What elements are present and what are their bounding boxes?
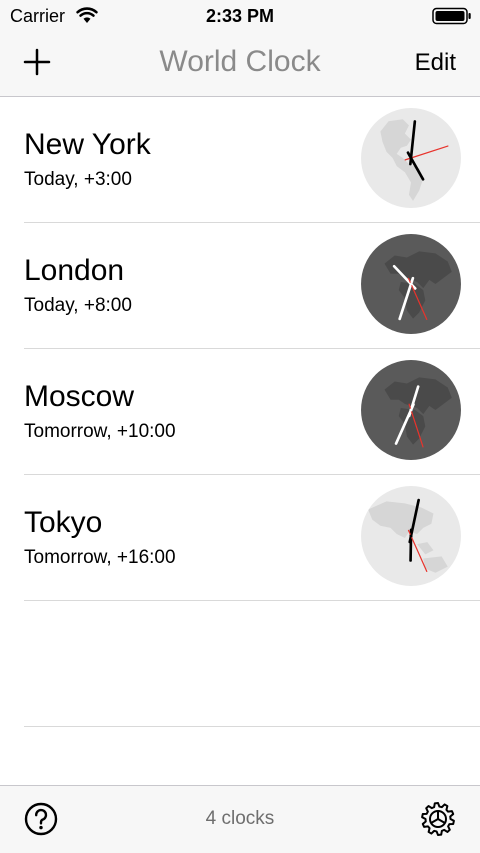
time-offset: Tomorrow, +10:00 — [24, 421, 176, 442]
city-name: London — [24, 254, 125, 287]
globe-clock-icon — [361, 360, 461, 460]
time-offset: Today, +8:00 — [24, 295, 132, 316]
globe-clock-icon — [361, 234, 461, 334]
clock-center — [409, 534, 413, 538]
clock-list: New York Today, +3:00 London Today, +8:0… — [0, 97, 480, 727]
globe-clock-icon — [361, 486, 461, 586]
clock-row-new-york[interactable]: New York Today, +3:00 — [24, 97, 480, 223]
edit-button[interactable]: Edit — [415, 49, 456, 77]
city-name: Moscow — [24, 380, 135, 413]
empty-list-row — [24, 601, 480, 727]
globe-clock-icon — [361, 108, 461, 208]
gear-spoke — [430, 818, 439, 824]
clock-count-label: 4 clocks — [205, 808, 275, 829]
time-offset: Tomorrow, +16:00 — [24, 547, 176, 568]
navigation-bar: World Clock Edit — [0, 32, 480, 97]
clock-row-moscow[interactable]: Moscow Tomorrow, +10:00 — [24, 349, 480, 475]
clock-center — [409, 408, 413, 412]
page-title: World Clock — [159, 45, 321, 78]
city-name: New York — [24, 128, 151, 161]
clock-row-london[interactable]: London Today, +8:00 — [24, 223, 480, 349]
status-bar: Carrier 2:33 PM — [0, 0, 480, 32]
clock-row-tokyo[interactable]: Tokyo Tomorrow, +16:00 — [24, 475, 480, 601]
gear-icon[interactable] — [420, 801, 456, 837]
clock-center — [409, 156, 413, 160]
time-offset: Today, +3:00 — [24, 169, 132, 190]
gear-spoke — [437, 818, 446, 824]
bottom-toolbar: 4 clocks — [0, 785, 480, 853]
status-time: 2:33 PM — [205, 6, 275, 26]
city-name: Tokyo — [24, 506, 103, 539]
battery-icon — [432, 7, 471, 25]
clock-center — [409, 282, 413, 286]
